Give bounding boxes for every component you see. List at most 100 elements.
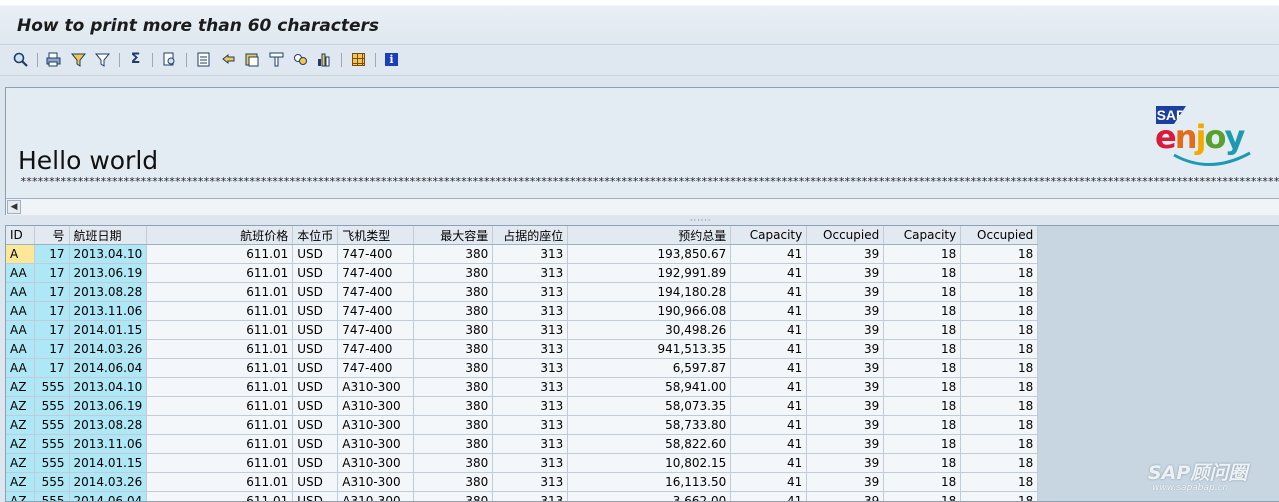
cell-date[interactable]: 2013.08.28 [69,283,147,302]
cell-date[interactable]: 2013.04.10 [69,378,147,397]
cell-currency[interactable]: USD [293,473,338,492]
cell-max-capacity[interactable]: 380 [414,302,493,321]
cell-capacity-2[interactable]: 18 [884,378,961,397]
col-header-id[interactable]: ID [6,226,34,245]
cell-max-capacity[interactable]: 380 [414,264,493,283]
cell-currency[interactable]: USD [293,454,338,473]
col-header-plane-type[interactable]: 飞机类型 [338,226,414,245]
change-layout-icon[interactable] [350,51,367,68]
cell-currency[interactable]: USD [293,340,338,359]
cell-plane-type[interactable]: 747-400 [338,321,414,340]
cell-currency[interactable]: USD [293,359,338,378]
cell-booking-total[interactable]: 58,073.35 [568,397,731,416]
spreadsheet-icon[interactable] [268,51,285,68]
cell-plane-type[interactable]: A310-300 [338,378,414,397]
cell-capacity-1[interactable]: 41 [731,473,807,492]
cell-max-capacity[interactable]: 380 [414,283,493,302]
col-header-date[interactable]: 航班日期 [69,226,147,245]
table-row[interactable]: AA172013.06.19611.01USD747-400380313192,… [6,264,1038,283]
cell-date[interactable]: 2014.03.26 [69,473,147,492]
cell-max-capacity[interactable]: 380 [414,435,493,454]
print-preview-icon[interactable] [161,51,178,68]
cell-occupied-1[interactable]: 39 [807,321,884,340]
cell-price[interactable]: 611.01 [147,302,293,321]
cell-price[interactable]: 611.01 [147,283,293,302]
cell-max-capacity[interactable]: 380 [414,245,493,264]
cell-plane-type[interactable]: 747-400 [338,264,414,283]
cell-booking-total[interactable]: 58,733.80 [568,416,731,435]
cell-flight-no[interactable]: 555 [34,435,69,454]
cell-currency[interactable]: USD [293,435,338,454]
cell-occupied-seats[interactable]: 313 [493,264,568,283]
horizontal-scrollbar[interactable]: ◀ [6,198,1279,215]
cell-price[interactable]: 611.01 [147,245,293,264]
cell-occupied-seats[interactable]: 313 [493,454,568,473]
print-icon[interactable] [45,51,62,68]
cell-date[interactable]: 2013.06.19 [69,397,147,416]
col-header-max-capacity[interactable]: 最大容量 [414,226,493,245]
cell-occupied-2[interactable]: 18 [961,321,1038,340]
panel-splitter[interactable]: ······ [0,215,1279,224]
table-row[interactable]: AA172014.03.26611.01USD747-400380313941,… [6,340,1038,359]
cell-occupied-seats[interactable]: 313 [493,435,568,454]
cell-capacity-1[interactable]: 41 [731,416,807,435]
cell-id[interactable]: AA [6,283,34,302]
cell-flight-no[interactable]: 555 [34,378,69,397]
cell-flight-no[interactable]: 17 [34,302,69,321]
cell-occupied-1[interactable]: 39 [807,454,884,473]
cell-capacity-2[interactable]: 18 [884,416,961,435]
cell-id[interactable]: AA [6,302,34,321]
col-header-currency[interactable]: 本位币 [293,226,338,245]
cell-date[interactable]: 2013.11.06 [69,435,147,454]
word-processing-icon[interactable] [244,51,261,68]
cell-currency[interactable]: USD [293,245,338,264]
cell-capacity-1[interactable]: 41 [731,302,807,321]
cell-capacity-2[interactable]: 18 [884,302,961,321]
cell-booking-total[interactable]: 192,991.89 [568,264,731,283]
cell-flight-no[interactable]: 555 [34,492,69,502]
cell-id[interactable]: AA [6,359,34,378]
cell-capacity-1[interactable]: 41 [731,454,807,473]
cell-booking-total[interactable]: 58,941.00 [568,378,731,397]
table-row[interactable]: AA172014.06.04611.01USD747-4003803136,59… [6,359,1038,378]
cell-price[interactable]: 611.01 [147,454,293,473]
cell-occupied-1[interactable]: 39 [807,283,884,302]
cell-date[interactable]: 2014.03.26 [69,340,147,359]
cell-booking-total[interactable]: 30,498.26 [568,321,731,340]
col-header-price[interactable]: 航班价格 [147,226,293,245]
total-icon[interactable]: Σ [127,51,144,68]
col-header-occupied-2[interactable]: Occupied [961,226,1038,245]
cell-occupied-2[interactable]: 18 [961,264,1038,283]
cell-price[interactable]: 611.01 [147,264,293,283]
cell-capacity-2[interactable]: 18 [884,435,961,454]
cell-id[interactable]: AZ [6,378,34,397]
cell-occupied-2[interactable]: 18 [961,435,1038,454]
cell-occupied-2[interactable]: 18 [961,302,1038,321]
cell-price[interactable]: 611.01 [147,492,293,502]
cell-date[interactable]: 2014.01.15 [69,321,147,340]
cell-plane-type[interactable]: 747-400 [338,340,414,359]
cell-plane-type[interactable]: 747-400 [338,283,414,302]
cell-id[interactable]: A [6,245,34,264]
cell-occupied-2[interactable]: 18 [961,473,1038,492]
cell-flight-no[interactable]: 17 [34,321,69,340]
cell-price[interactable]: 611.01 [147,397,293,416]
cell-max-capacity[interactable]: 380 [414,454,493,473]
col-header-booking-total[interactable]: 预约总量 [568,226,731,245]
cell-plane-type[interactable]: 747-400 [338,359,414,378]
cell-id[interactable]: AZ [6,473,34,492]
col-header-flight-no[interactable]: 号 [34,226,69,245]
table-row[interactable]: AZ5552014.01.15611.01USDA310-30038031310… [6,454,1038,473]
graphic-icon[interactable] [316,51,333,68]
cell-capacity-1[interactable]: 41 [731,397,807,416]
cell-max-capacity[interactable]: 380 [414,397,493,416]
cell-occupied-seats[interactable]: 313 [493,416,568,435]
cell-id[interactable]: AA [6,321,34,340]
cell-currency[interactable]: USD [293,378,338,397]
cell-id[interactable]: AZ [6,416,34,435]
cell-max-capacity[interactable]: 380 [414,473,493,492]
cell-date[interactable]: 2013.11.06 [69,302,147,321]
cell-capacity-1[interactable]: 41 [731,359,807,378]
cell-id[interactable]: AZ [6,397,34,416]
cell-capacity-1[interactable]: 41 [731,245,807,264]
